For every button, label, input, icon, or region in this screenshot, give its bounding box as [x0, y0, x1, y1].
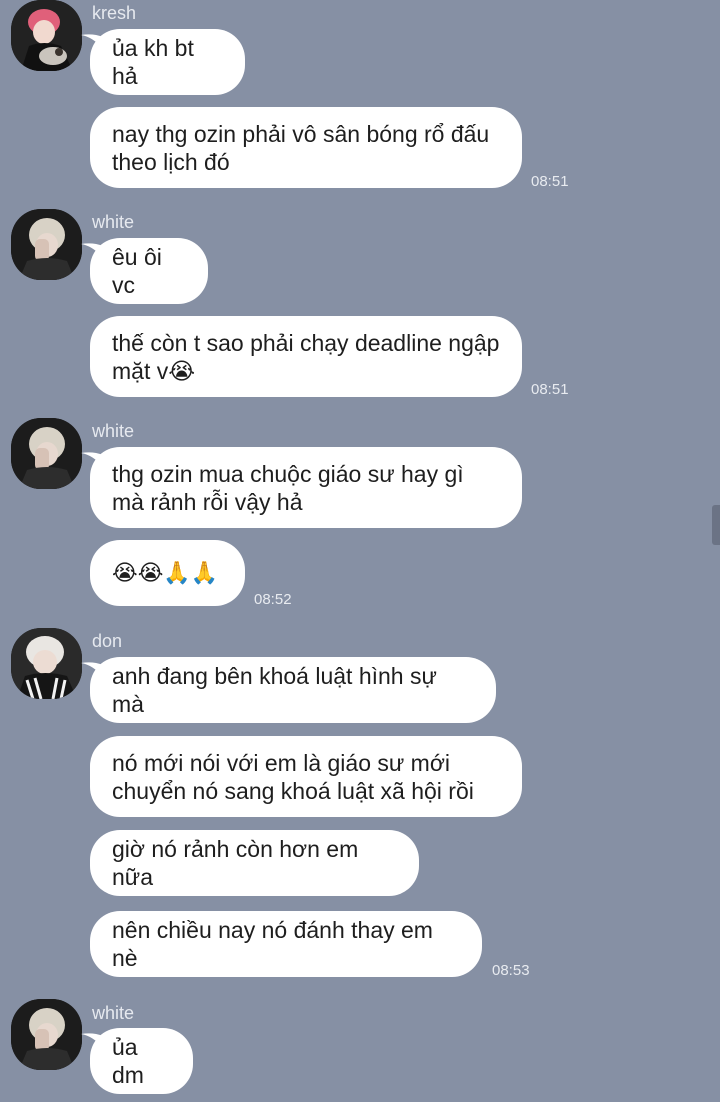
- message-text: thế còn t sao phải chạy deadline ngập mặ…: [112, 329, 500, 384]
- avatar-white[interactable]: [11, 418, 82, 489]
- scrollbar-thumb[interactable]: [712, 505, 720, 545]
- bubble-tail: [81, 34, 103, 49]
- message-text: giờ nó rảnh còn hơn em nữa: [112, 836, 359, 890]
- sender-name: don: [92, 631, 123, 651]
- bubble-tail: [81, 243, 103, 258]
- message-time: 08:53: [492, 962, 530, 979]
- message-bubble[interactable]: nay thg ozin phải vô sân bóng rổ đấu the…: [90, 107, 522, 188]
- message-text: nó mới nói với em là giáo sư mới chuyển …: [112, 749, 474, 804]
- message-bubble[interactable]: nên chiều nay nó đánh thay em nè: [90, 911, 482, 977]
- sender-name: white: [92, 421, 135, 441]
- avatar-kresh[interactable]: [11, 0, 82, 71]
- message-time: 08:52: [254, 591, 292, 608]
- message-text: ủa kh bt hả: [112, 35, 194, 89]
- message-bubble[interactable]: 😭😭🙏🙏: [90, 540, 245, 606]
- bubble-tail: [81, 662, 103, 677]
- message-bubble[interactable]: êu ôi vc: [81, 238, 208, 304]
- bubble-tail: [81, 1033, 103, 1048]
- sender-name: kresh: [92, 3, 137, 23]
- avatar-white[interactable]: [11, 209, 82, 280]
- message-bubble[interactable]: nó mới nói với em là giáo sư mới chuyển …: [90, 736, 522, 817]
- message-bubble[interactable]: ủa kh bt hả: [81, 29, 245, 95]
- message-bubble[interactable]: thg ozin mua chuộc giáo sư hay gì mà rản…: [81, 447, 522, 528]
- message-text: thg ozin mua chuộc giáo sư hay gì mà rản…: [112, 460, 464, 515]
- message-emoji: 😭😭🙏🙏: [112, 560, 219, 585]
- message-text: êu ôi vc: [112, 244, 162, 298]
- message-time: 08:51: [531, 173, 569, 190]
- message-text: ủa dm: [112, 1034, 144, 1088]
- message-bubble[interactable]: giờ nó rảnh còn hơn em nữa: [90, 830, 419, 896]
- message-text: nay thg ozin phải vô sân bóng rổ đấu the…: [112, 120, 490, 175]
- sender-name: white: [92, 1003, 135, 1023]
- message-time: 08:51: [531, 381, 569, 398]
- message-text: nên chiều nay nó đánh thay em nè: [112, 917, 433, 971]
- sender-name: white: [92, 212, 135, 232]
- message-bubble[interactable]: thế còn t sao phải chạy deadline ngập mặ…: [90, 316, 522, 397]
- bubble-tail: [81, 452, 103, 467]
- message-bubble[interactable]: ủa dm: [81, 1028, 193, 1094]
- avatar-don[interactable]: [11, 628, 82, 699]
- message-text: anh đang bên khoá luật hình sự mà: [112, 663, 437, 717]
- message-bubble[interactable]: anh đang bên khoá luật hình sự mà: [81, 657, 496, 723]
- avatar-white[interactable]: [11, 999, 82, 1070]
